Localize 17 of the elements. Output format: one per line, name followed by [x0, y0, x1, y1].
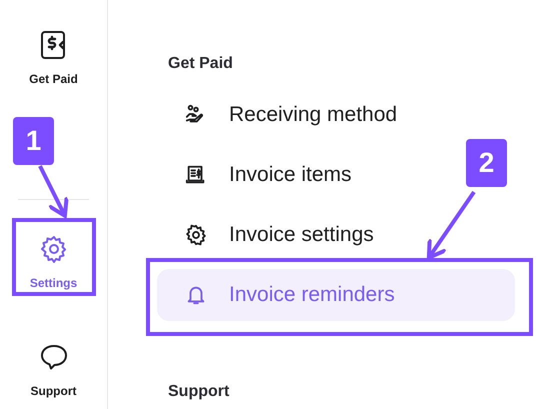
bell-icon: [185, 284, 207, 306]
step-number: 1: [13, 117, 54, 165]
arrow: [426, 190, 476, 260]
sidebar-item[interactable]: Settings: [0, 234, 107, 292]
arrow: [38, 165, 69, 218]
chat-bubble-icon: [38, 342, 68, 372]
invoice-document-icon: [185, 164, 207, 186]
menu-item[interactable]: Invoice reminders: [157, 269, 515, 321]
section-heading: Get Paid: [168, 54, 234, 74]
step-number: 2: [466, 139, 507, 187]
sidebar-item[interactable]: Get Paid: [0, 30, 107, 88]
menu-item[interactable]: Receiving method: [157, 89, 515, 141]
section-heading: Support: [168, 382, 230, 402]
settings-icon: [185, 224, 207, 246]
sidebar-item[interactable]: Support: [0, 342, 107, 400]
menu-item[interactable]: Invoice settings: [157, 209, 515, 261]
settings-icon: [38, 234, 68, 264]
